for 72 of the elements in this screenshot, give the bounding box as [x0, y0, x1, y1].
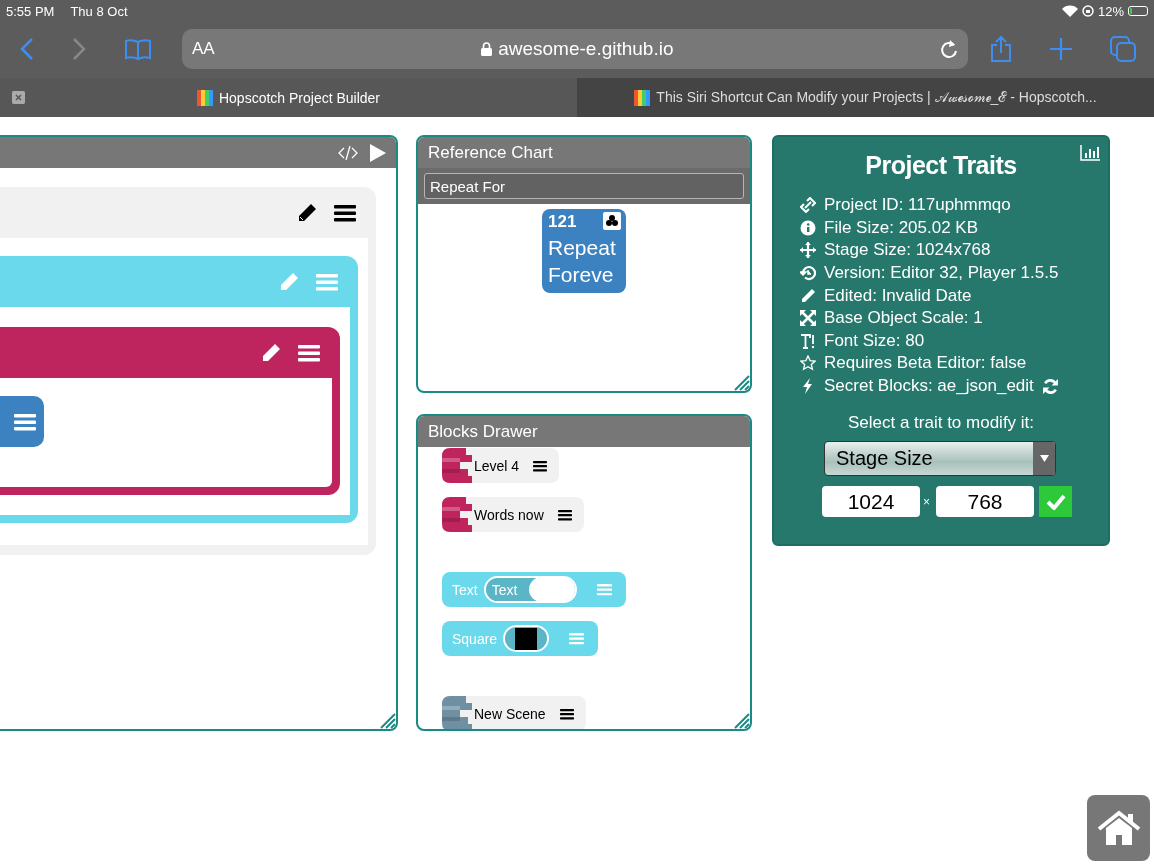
object-label: Text [452, 581, 478, 598]
move-icon [800, 242, 816, 259]
text-size-button[interactable]: AA [192, 39, 215, 59]
width-field[interactable]: 1024 [822, 486, 920, 518]
resize-handle-icon[interactable] [732, 373, 750, 391]
battery-icon [1128, 6, 1148, 16]
refresh-icon[interactable] [1041, 377, 1059, 395]
text-size-icon [800, 332, 816, 349]
search-field[interactable]: Repeat For [424, 173, 744, 199]
status-date: Thu 8 Oct [70, 3, 128, 19]
block-item[interactable]: New Scene [442, 696, 586, 729]
dropdown-arrow-icon [1039, 455, 1049, 463]
reload-icon[interactable] [940, 39, 958, 59]
trait-dropdown[interactable]: Stage Size [824, 441, 1056, 477]
menu-icon[interactable] [559, 707, 574, 720]
rotation-lock-icon [1081, 5, 1094, 17]
info-icon [800, 219, 816, 236]
block-label: Foreve [548, 262, 614, 288]
times-sign: × [923, 494, 930, 509]
trait-text: Requires Beta Editor: false [824, 353, 1027, 374]
trait-text: Version: Editor 32, Player 1.5.5 [824, 263, 1059, 284]
address-bar[interactable]: AA awesome-e.github.io [182, 29, 968, 69]
trait-text: Base Object Scale: 1 [824, 308, 983, 329]
expand-icon [800, 310, 816, 327]
pencil-icon[interactable] [296, 201, 318, 224]
code-icon[interactable] [338, 144, 358, 161]
star-icon [800, 355, 816, 372]
prompt-text: Select a trait to modify it: [846, 413, 1036, 434]
wifi-icon [1061, 5, 1078, 17]
panel-title: Project Traits [864, 150, 1018, 181]
block-label: New Scene [474, 705, 546, 722]
history-icon [800, 265, 816, 282]
square-icon [515, 627, 538, 650]
pencil-icon [800, 287, 816, 304]
menu-icon[interactable] [533, 459, 548, 472]
home-button[interactable] [1087, 795, 1150, 861]
home-icon [1096, 810, 1141, 846]
hopscotch-logo-icon [196, 89, 213, 106]
hopscotch-logo-icon [634, 89, 651, 106]
link-icon [800, 197, 816, 214]
height-field[interactable]: 768 [936, 486, 1034, 518]
lock-icon [481, 42, 493, 56]
object-label: Square [452, 630, 498, 647]
close-icon[interactable] [12, 91, 25, 104]
trait-text: Edited: Invalid Date [824, 285, 972, 306]
panel-title: Reference Chart [418, 137, 750, 168]
menu-icon[interactable] [334, 203, 356, 222]
bar-chart-icon[interactable] [1080, 145, 1100, 161]
panel-title: Blocks Drawer [418, 416, 750, 447]
trait-text: Project ID: 117uphmmqo [824, 195, 1011, 216]
checkmark-icon [1045, 493, 1066, 510]
browser-tab[interactable]: This Siri Shortcut Can Modify your Projects | 𝒜𝓌ℯ𝓈ℴ𝓂ℯ_ℰ - Hopscotch... [577, 78, 1154, 117]
resize-handle-icon[interactable] [378, 711, 396, 729]
block-number: 121 [548, 212, 577, 232]
battery-percent: 12% [1097, 3, 1124, 19]
block-item[interactable]: Level 4 [442, 448, 560, 483]
trait-text: Stage Size: 1024x768 [824, 240, 991, 261]
url-text: awesome-e.github.io [498, 38, 674, 60]
trait-text: File Size: 205.02 KB [824, 217, 979, 238]
resize-handle-icon[interactable] [732, 711, 750, 729]
menu-icon[interactable] [557, 508, 572, 521]
browser-tab[interactable]: Hopscotch Project Builder [0, 78, 577, 117]
block-label: Words now [474, 506, 544, 523]
confirm-button[interactable] [1039, 486, 1072, 518]
status-time: 5:55 PM [6, 3, 55, 19]
shape-preview[interactable] [503, 625, 550, 652]
block-label: Repeat [548, 235, 616, 261]
play-icon[interactable] [370, 143, 386, 162]
trait-text: Secret Blocks: ae_json_edit [824, 376, 1034, 397]
block-label: Level 4 [474, 457, 520, 474]
trait-text: Font Size: 80 [824, 330, 925, 351]
block-item[interactable]: Words now [442, 497, 584, 532]
